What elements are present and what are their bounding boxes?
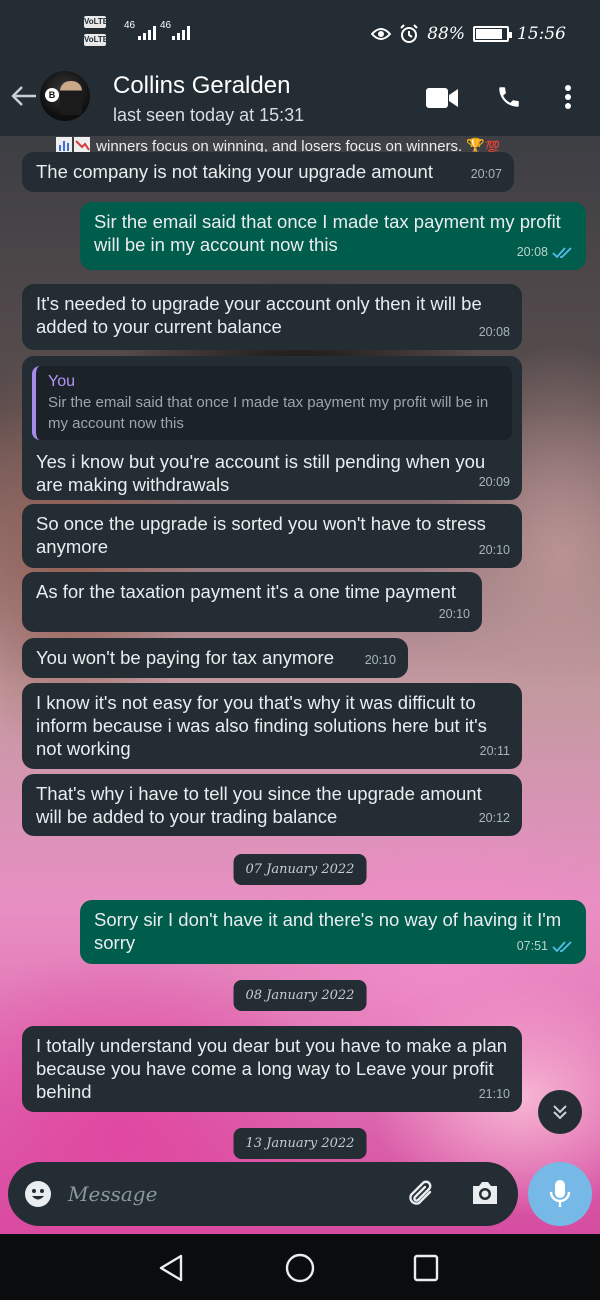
message-time: 20:08 [517,241,574,264]
video-call-icon[interactable] [426,88,458,108]
message-time: 20:10 [438,607,470,621]
status-right: 88% 15:56 [371,24,566,44]
message-time: 20:08 [478,325,510,339]
signal-bars-2-icon [172,26,190,40]
network-type-1: 46 [124,20,136,31]
message-incoming[interactable]: That's why i have to tell you since the … [22,774,522,836]
nav-back-icon[interactable] [158,1254,184,1282]
message-incoming[interactable]: I totally understand you dear but you ha… [22,1026,522,1112]
message-incoming[interactable]: So once the upgrade is sorted you won't … [22,504,522,568]
message-text: Sir the email said that once I made tax … [94,211,561,255]
battery-fill [476,29,503,39]
date-divider: 13 January 2022 [233,1128,367,1159]
message-incoming-reply[interactable]: You Sir the email said that once I made … [22,356,522,500]
message-text: Sorry sir I don't have it and there's no… [94,909,562,953]
message-incoming[interactable]: It's needed to upgrade your account only… [22,284,522,350]
message-time: 20:11 [479,744,510,758]
phone-icon[interactable] [496,84,522,110]
message-incoming[interactable]: As for the taxation payment it's a one t… [22,572,482,632]
message-incoming[interactable]: You won't be paying for tax anymore 20:1… [22,638,408,678]
back-arrow-icon[interactable] [10,84,38,108]
quote-author: You [48,373,75,390]
camera-icon[interactable] [470,1180,500,1206]
double-chevron-down-icon [553,1105,567,1120]
signal-group: VoLTE VoLTE [84,16,109,52]
message-time: 20:12 [478,811,510,825]
message-text: The company is not taking your upgrade a… [36,161,433,182]
battery-percent: 88% [427,24,465,44]
quoted-message[interactable]: You Sir the email said that once I made … [32,366,512,440]
message-text: Yes i know but you're account is still p… [36,451,486,495]
avatar-person-image [60,81,82,115]
read-ticks-icon [552,940,572,952]
message-time: 21:10 [478,1087,510,1101]
message-time: 20:10 [364,653,396,667]
nav-recents-icon[interactable] [413,1254,439,1282]
chat-header: B Collins Geralden last seen today at 15… [0,62,600,136]
network-type-2: 46 [160,20,172,31]
nav-home-icon[interactable] [285,1253,315,1283]
date-divider: 07 January 2022 [233,854,367,885]
message-time: 20:09 [478,475,510,489]
signal-bars-1-icon [138,26,156,40]
scroll-to-bottom-button[interactable] [538,1090,582,1134]
status-bar: VoLTE VoLTE 46 46 88% 15:56 [0,0,600,62]
message-incoming[interactable]: I know it's not easy for you that's why … [22,683,522,769]
system-nav-bar [0,1234,600,1300]
contact-name[interactable]: Collins Geralden [113,72,290,100]
volte-badge-1: VoLTE [84,16,109,28]
microphone-icon [549,1180,571,1207]
message-text: You won't be paying for tax anymore [36,647,335,668]
message-time: 20:10 [478,543,510,557]
message-composer: Message [8,1162,518,1226]
message-outgoing[interactable]: Sir the email said that once I made tax … [80,202,586,270]
alarm-icon [400,24,418,43]
message-outgoing[interactable]: Sorry sir I don't have it and there's no… [80,900,586,964]
eye-icon [371,28,392,40]
message-input[interactable]: Message [68,1182,157,1206]
more-options-icon[interactable] [562,84,574,110]
read-ticks-icon [552,246,572,258]
attach-icon[interactable] [406,1178,436,1210]
date-divider: 08 January 2022 [233,980,367,1011]
message-text: That's why i have to tell you since the … [36,783,482,827]
message-text: It's needed to upgrade your account only… [36,293,482,337]
message-text: So once the upgrade is sorted you won't … [36,513,486,557]
message-time: 20:07 [470,167,502,181]
battery-icon [473,26,512,42]
last-seen-status: last seen today at 15:31 [113,105,305,125]
message-incoming[interactable]: The company is not taking your upgrade a… [22,152,514,192]
volte-badge-2: VoLTE [84,34,109,46]
chart-emoji-icon [56,137,90,153]
voice-record-button[interactable] [528,1162,592,1226]
quote-text: Sir the email said that once I made tax … [48,394,489,432]
avatar-logo-mark: B [45,88,59,102]
message-text: As for the taxation payment it's a one t… [36,581,456,602]
message-text: I know it's not easy for you that's why … [36,692,487,759]
message-time: 07:51 [517,935,574,958]
avatar[interactable]: B [40,71,90,121]
clock: 15:56 [517,24,566,44]
message-text: I totally understand you dear but you ha… [36,1035,508,1102]
emoji-icon[interactable] [24,1180,52,1208]
